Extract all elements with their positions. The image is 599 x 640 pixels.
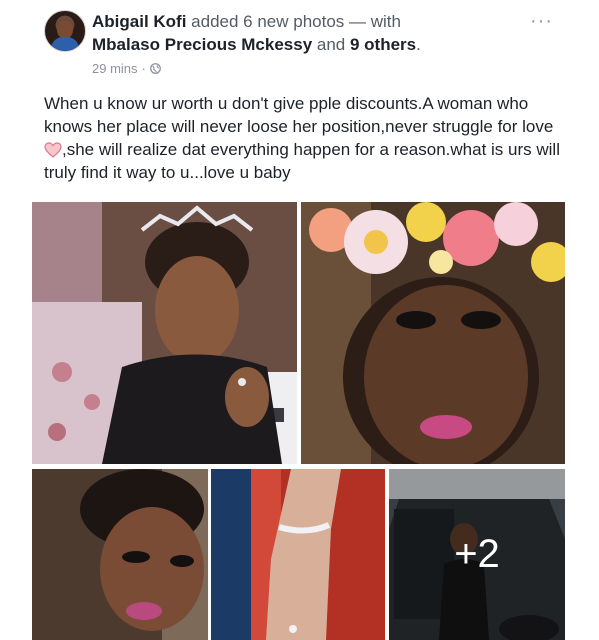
others-link[interactable]: 9 others: [350, 35, 416, 54]
photo-2[interactable]: [301, 202, 565, 464]
photo-4[interactable]: [211, 469, 385, 640]
tagged-person[interactable]: Mbalaso Precious Mckessy: [92, 35, 312, 54]
and-text: and: [312, 35, 350, 54]
tagged-line: Mbalaso Precious Mckessy and 9 others.: [92, 35, 421, 55]
post-text-part1: When u know ur worth u don't give pple d…: [44, 94, 554, 136]
avatar-shirt: [51, 37, 79, 51]
post-card: Abigail Kofi added 6 new photos — with M…: [0, 0, 599, 640]
period: .: [416, 35, 421, 54]
globe-icon[interactable]: [149, 63, 161, 74]
heart-emoji: [44, 142, 62, 158]
post-text-part2: ,she will realize dat everything happen …: [44, 140, 560, 182]
more-options-icon[interactable]: ···: [530, 10, 553, 33]
timestamp[interactable]: 29 mins: [92, 61, 138, 76]
author-name[interactable]: Abigail Kofi: [92, 12, 186, 31]
photo-5[interactable]: +2: [389, 469, 565, 640]
post-meta: 29 mins ·: [92, 61, 161, 76]
meta-separator: ·: [141, 61, 146, 76]
photo-1[interactable]: [32, 202, 297, 464]
post-header: Abigail Kofi added 6 new photos — with: [92, 12, 401, 32]
photo-3[interactable]: [32, 469, 208, 640]
post-text: When u know ur worth u don't give pple d…: [44, 92, 564, 184]
more-photos-count[interactable]: +2: [389, 469, 565, 640]
post-action: added 6 new photos — with: [186, 12, 401, 31]
avatar[interactable]: [44, 10, 86, 52]
